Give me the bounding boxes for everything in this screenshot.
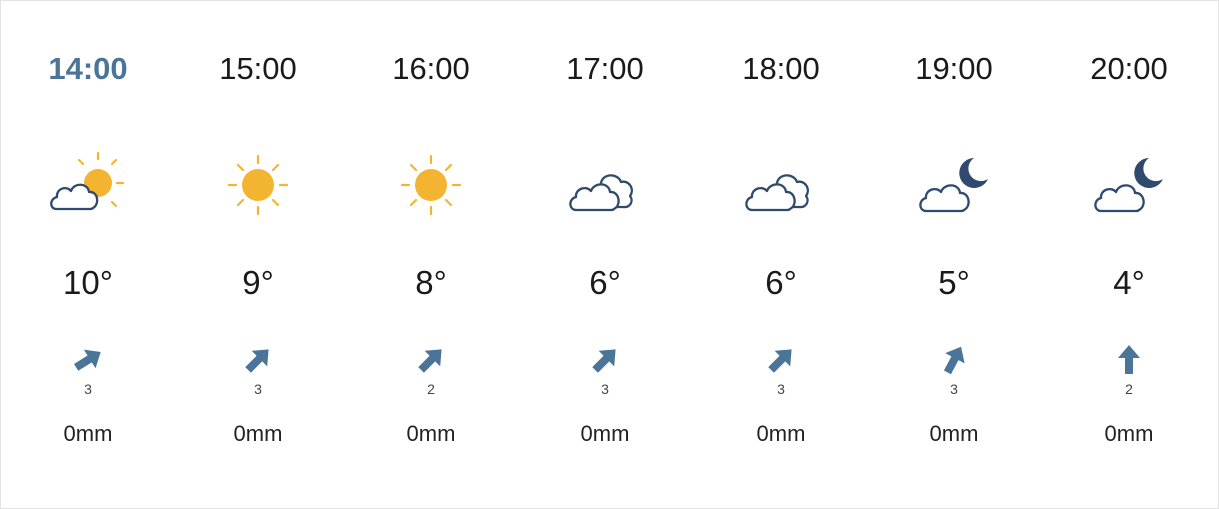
hourly-forecast-panel: 14:00 10° 3 0mm 15:00 9° 3 0mm 16:00 8° …: [0, 0, 1219, 509]
temperature: 8°: [415, 264, 447, 301]
partly-cloudy-night-icon: [1094, 158, 1163, 213]
cloud-icon: [745, 174, 809, 212]
arrow-up-right-icon: [418, 349, 442, 373]
arrow-up-right-icon: [245, 349, 269, 373]
forecast-hour-column[interactable]: 17:00 6° 3 0mm: [525, 1, 685, 508]
hour-label: 18:00: [742, 51, 820, 86]
temperature: 6°: [765, 264, 797, 301]
wind-speed: 3: [84, 381, 92, 397]
arrow-up-right-icon: [943, 346, 965, 375]
forecast-hour-column[interactable]: 15:00 9° 3 0mm: [178, 1, 338, 508]
hour-label: 19:00: [915, 51, 993, 86]
hour-label: 16:00: [392, 51, 470, 86]
forecast-hour-column[interactable]: 14:00 10° 3 0mm: [8, 1, 168, 508]
temperature: 5°: [938, 264, 970, 301]
temperature: 4°: [1113, 264, 1145, 301]
temperature: 10°: [63, 264, 113, 301]
wind-speed: 2: [1125, 381, 1133, 397]
hour-label: 20:00: [1090, 51, 1168, 86]
precipitation: 0mm: [1104, 421, 1154, 446]
precipitation: 0mm: [63, 421, 113, 446]
arrow-up-right-icon: [768, 349, 792, 373]
wind-speed: 2: [427, 381, 435, 397]
precipitation: 0mm: [929, 421, 979, 446]
hour-label: 15:00: [219, 51, 297, 86]
arrow-up-right-icon: [74, 349, 101, 371]
arrow-up-icon: [1118, 345, 1140, 374]
partly-cloudy-day-icon: [50, 151, 125, 211]
wind-speed: 3: [601, 381, 609, 397]
wind-speed: 3: [950, 381, 958, 397]
forecast-hour-column[interactable]: 20:00 4° 2 0mm: [1049, 1, 1209, 508]
hour-label: 17:00: [566, 51, 644, 86]
partly-cloudy-night-icon: [919, 158, 988, 213]
arrow-up-right-icon: [592, 349, 616, 373]
wind-speed: 3: [254, 381, 262, 397]
forecast-hour-column[interactable]: 19:00 5° 3 0mm: [874, 1, 1034, 508]
precipitation: 0mm: [756, 421, 806, 446]
cloud-icon: [569, 174, 633, 212]
forecast-hour-column[interactable]: 18:00 6° 3 0mm: [701, 1, 861, 508]
precipitation: 0mm: [580, 421, 630, 446]
precipitation: 0mm: [233, 421, 283, 446]
forecast-hour-column[interactable]: 16:00 8° 2 0mm: [351, 1, 511, 508]
sun-icon: [227, 154, 289, 216]
hour-label: 14:00: [48, 51, 128, 86]
precipitation: 0mm: [406, 421, 456, 446]
wind-speed: 3: [777, 381, 785, 397]
temperature: 9°: [242, 264, 274, 301]
sun-icon: [400, 154, 462, 216]
temperature: 6°: [589, 264, 621, 301]
